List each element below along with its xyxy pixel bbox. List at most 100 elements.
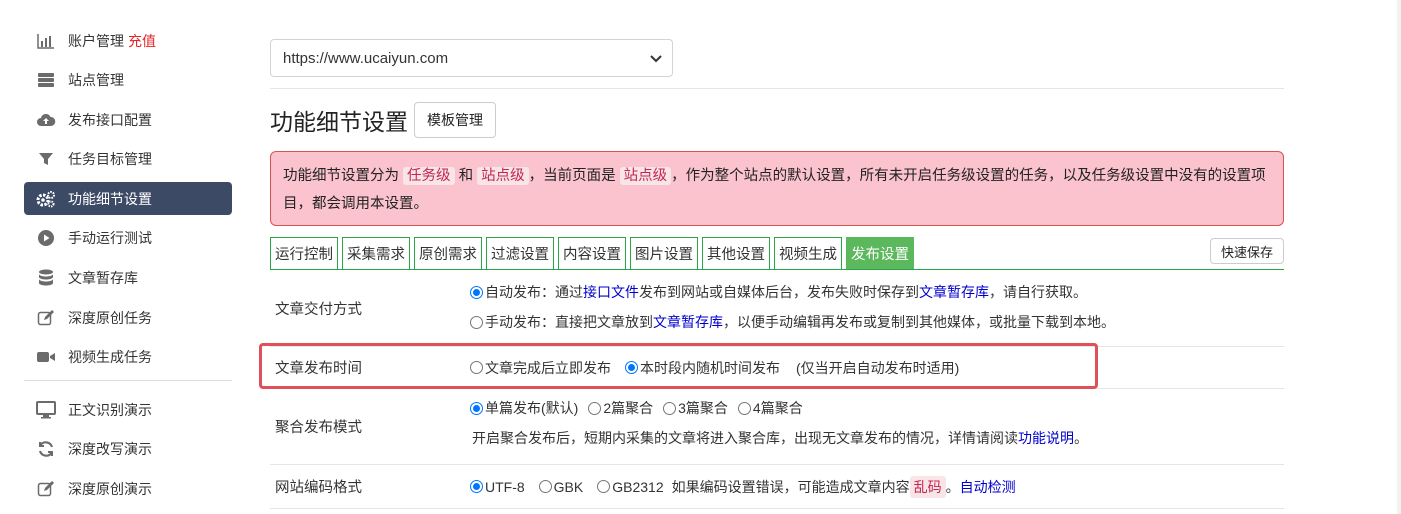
radio-single[interactable] [470,401,483,415]
sidebar-item-deep-original-task[interactable]: 深度原创任务 [24,301,232,334]
sidebar-item-label: 正文识别演示 [68,401,152,418]
sidebar-divider [24,380,232,382]
radio-manual-publish[interactable] [470,315,483,329]
sidebar-item-label: 深度改写演示 [68,441,152,458]
option-3[interactable]: 3篇聚合 [663,398,728,418]
sidebar-item-sites[interactable]: 站点管理 [24,64,232,97]
option-line: 自动发布：通过 接口文件 发布到网站或自媒体后台，发布失败时保存到 文章暂存库 ，请自行… [470,277,1284,307]
sidebar-item-deep-rewrite-demo[interactable]: 深度改写演示 [24,433,232,466]
refresh-icon [36,439,56,459]
option-text: 文章完成后立即发布 [485,359,611,376]
option-text: ，请自行获取。 [989,284,1087,300]
radio-random-time[interactable] [625,361,638,374]
aggregate-description: 开启聚合发布后，短期内采集的文章将进入聚合库，出现无文章发布的情况，详情请阅读功… [470,423,1284,453]
sidebar-item-task-targets[interactable]: 任务目标管理 [24,143,232,176]
option-single[interactable]: 单篇发布(默认) [470,398,578,418]
option-text: 2篇聚合 [603,400,654,416]
tab-publish[interactable]: 发布设置 [846,237,914,269]
radio-utf8[interactable] [470,480,483,493]
divider [270,88,1284,89]
option-text: 手动发布：直接把文章放到 [485,314,653,330]
setting-row-aggregate: 聚合发布模式 单篇发布(默认) 2篇聚合 3篇聚合 4篇聚合 开启聚合发布后，短… [270,389,1284,465]
option-text: UTF-8 [485,478,525,495]
tab-run-control[interactable]: 运行控制 [270,237,338,269]
sidebar-item-label: 发布接口配置 [68,111,152,128]
sidebar-item-label: 深度原创演示 [68,481,152,498]
api-file-link[interactable]: 接口文件 [583,282,639,302]
sidebar-item-label: 任务目标管理 [68,151,152,168]
sidebar-item-label: 功能细节设置 [68,190,152,207]
description-text: 开启聚合发布后，短期内采集的文章将进入聚合库，出现无文章发布的情况，详情请阅读 [472,430,1018,446]
article-store-link[interactable]: 文章暂存库 [919,282,989,302]
article-store-link[interactable]: 文章暂存库 [653,312,723,332]
setting-value: UTF-8 GBK GB2312 如果编码设置错误，可能造成文章内容 乱码 。 … [470,465,1284,508]
feature-docs-link[interactable]: 功能说明 [1018,428,1074,448]
encoding-note: 。 [945,478,960,495]
code-site-level: 站点级 [619,167,672,185]
option-2[interactable]: 2篇聚合 [588,398,653,418]
radio-4[interactable] [737,401,751,415]
chevron-down-icon [650,50,662,67]
sidebar-item-article-store[interactable]: 文章暂存库 [24,262,232,295]
sidebar-item-account[interactable]: 账户管理 充值 [24,24,232,57]
tab-collect[interactable]: 采集需求 [342,237,410,269]
radio-gbk[interactable] [538,480,552,493]
title-row: 功能细节设置 模板管理 [270,101,1284,139]
sidebar-item-label: 站点管理 [68,72,124,89]
radio-2[interactable] [588,401,602,415]
sidebar-item-publish-api[interactable]: 发布接口配置 [24,103,232,136]
radio-3[interactable] [663,401,677,415]
sidebar-item-manual-test[interactable]: 手动运行测试 [24,222,232,255]
radio-gb2312[interactable] [597,480,611,493]
radio-immediate[interactable] [470,361,483,374]
tab-video[interactable]: 视频生成 [774,237,842,269]
option-text: 自动发布：通过 [485,284,583,300]
option-4[interactable]: 4篇聚合 [737,398,803,418]
main-content: https://www.ucaiyun.com 功能细节设置 模板管理 功能细节… [270,39,1284,509]
template-manage-button[interactable]: 模板管理 [414,102,496,138]
page: 账户管理 充值 站点管理 发布接口配置 任务目标管理 功能细节设置 手动运行测试… [0,0,1397,514]
server-icon [36,70,56,90]
site-select-value: https://www.ucaiyun.com [283,49,449,67]
sidebar-item-video-task[interactable]: 视频生成任务 [24,341,232,374]
option-gbk[interactable]: GBK [538,479,583,495]
sidebar-item-deep-original-demo[interactable]: 深度原创演示 [24,473,232,506]
radio-auto-publish[interactable] [470,285,483,299]
option-text: ，以便手动编辑再发布或复制到其他媒体，或批量下载到本地。 [723,314,1115,330]
sidebar-item-text-recognition-demo[interactable]: 正文识别演示 [24,393,232,426]
option-text: 本时段内随机时间发布 [640,359,780,376]
alert-text: ，当前页面是 [528,168,616,184]
setting-label: 网站编码格式 [275,480,362,496]
sidebar-item-feature-settings[interactable]: 功能细节设置 [24,182,232,216]
alert-text: 功能细节设置分为 [283,168,399,184]
setting-value: 自动发布：通过 接口文件 发布到网站或自媒体后台，发布失败时保存到 文章暂存库 ，请自行… [470,270,1284,346]
sidebar-item-label: 深度原创任务 [68,309,152,326]
tab-original[interactable]: 原创需求 [414,237,482,269]
option-text: 发布到网站或自媒体后台，发布失败时保存到 [639,284,919,300]
option-text: 单篇发布(默认) [485,400,579,416]
option-text: 4篇聚合 [752,400,803,416]
setting-row-delivery: 文章交付方式 自动发布：通过 接口文件 发布到网站或自媒体后台，发布失败时保存到 文章… [270,270,1284,347]
option-immediate[interactable]: 文章完成后立即发布 [470,358,611,378]
code-garbled: 乱码 [909,475,946,498]
setting-label: 聚合发布模式 [275,420,362,436]
tab-filter[interactable]: 过滤设置 [486,237,554,269]
cloud-upload-icon [36,110,56,130]
code-site-level: 站点级 [477,167,529,185]
tab-images[interactable]: 图片设置 [630,237,698,269]
quick-save-button[interactable]: 快速保存 [1209,238,1284,264]
tab-other[interactable]: 其他设置 [702,237,770,269]
info-alert: 功能细节设置分为 任务级 和 站点级 ，当前页面是 站点级 ，作为整个站点的默认设置… [270,151,1284,226]
auto-detect-link[interactable]: 自动检测 [960,477,1016,497]
code-task-level: 任务级 [403,167,455,185]
option-utf8[interactable]: UTF-8 [470,479,525,495]
option-random-time[interactable]: 本时段内随机时间发布 [625,358,780,378]
option-text: GB2312 [612,478,664,495]
monitor-icon [36,400,56,420]
option-gb2312[interactable]: GB2312 [597,478,664,495]
tab-content[interactable]: 内容设置 [558,237,626,269]
setting-row-publish-time: 文章发布时间 文章完成后立即发布 本时段内随机时间发布 (仅当开启自动发布时适用… [270,347,1284,389]
site-select[interactable]: https://www.ucaiyun.com [270,39,673,77]
filter-icon [36,149,56,169]
recharge-link[interactable]: 充值 [128,31,156,51]
